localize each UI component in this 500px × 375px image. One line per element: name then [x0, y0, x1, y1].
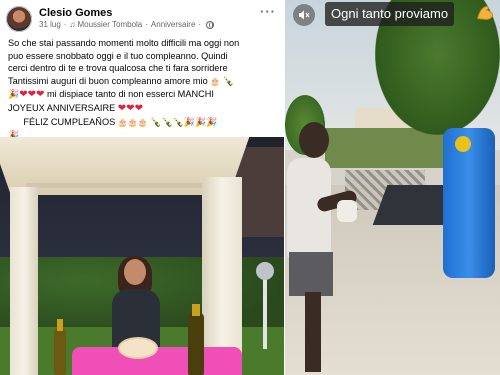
separator: · [145, 20, 148, 29]
post-meta: 31 lug · ♫ Moussier Tombola · Anniversai… [39, 20, 215, 29]
bottle-emoji-icon: 🍾 [222, 75, 234, 86]
post-text: So che stai passando momenti molto diffi… [8, 37, 280, 142]
video-caption: Ogni tanto proviamo [325, 2, 455, 26]
photo-curtain-left [10, 187, 38, 375]
photo-lamp-pole [263, 277, 267, 349]
post-line-text: FÉLIZ CUMPLEAÑOS [23, 116, 116, 127]
heart-icon: ❤ [27, 89, 36, 101]
post-line-text: JOYEUX ANNIVERSAIRE [8, 102, 116, 113]
post-date[interactable]: 31 lug [39, 20, 61, 29]
video-frame[interactable]: Ogni tanto proviamo [285, 0, 500, 375]
post-header: Clesio Gomes 31 lug · ♫ Moussier Tombola… [6, 5, 278, 32]
audio-title[interactable]: Moussier Tombola [77, 20, 142, 29]
cake-emoji-icon: 🎂🎂🎂 [117, 117, 148, 127]
more-options-icon[interactable]: ··· [260, 5, 276, 18]
party-popper-icon: 🎉 [8, 89, 20, 100]
post-line-text: Tantissimi auguri di buon compleanno amo… [8, 75, 208, 86]
post-line: JOYEUX ANNIVERSAIRE ❤❤❤ [8, 102, 280, 116]
post-line: FÉLIZ CUMPLEAÑOS 🎂🎂🎂 🍾🍾🍾🎉🎉🎉 [8, 116, 280, 130]
photo-bottle-left [54, 319, 66, 375]
photo-lamp [256, 262, 274, 280]
bottle-emoji-icon: 🍾🍾🍾 [150, 116, 184, 127]
heart-icon: ❤ [36, 89, 45, 101]
avatar[interactable] [6, 6, 32, 32]
cake-emoji-icon: 🎂 [210, 76, 221, 86]
speaker-muted-icon [299, 10, 310, 20]
author-name[interactable]: Clesio Gomes [39, 7, 112, 19]
video-man [287, 122, 359, 375]
flexed-biceps-icon [473, 1, 497, 25]
post-line: Tantissimi auguri di buon compleanno amo… [8, 75, 280, 89]
photo-bottle-right [188, 304, 204, 375]
globe-icon [206, 20, 215, 29]
post-line: So che stai passando momenti molto diffi… [8, 38, 240, 48]
photo-curtain-right [202, 177, 242, 375]
post-line-text: mi dispiace tanto di non esserci MANCHI [46, 89, 214, 100]
heart-icon: ❤ [126, 102, 135, 114]
heart-icon: ❤ [19, 89, 28, 101]
heart-icon: ❤ [117, 102, 127, 114]
photo-gazebo-beam [26, 183, 216, 188]
post-photo[interactable] [0, 137, 284, 375]
facebook-post: Clesio Gomes 31 lug · ♫ Moussier Tombola… [0, 0, 284, 375]
heart-icon: ❤ [134, 102, 143, 114]
party-popper-icon: 🎉🎉🎉 [183, 116, 218, 127]
separator: · [198, 20, 202, 29]
audio-suffix[interactable]: Anniversaire [151, 20, 195, 29]
mute-button[interactable] [293, 4, 315, 26]
post-line: cerci dentro di te e trova qualcosa che … [8, 63, 228, 74]
video-blue-barrel [443, 128, 495, 278]
separator: · [63, 20, 67, 29]
photo-cake [118, 337, 158, 359]
post-line: puo essere snobbato oggi e il tuo comple… [8, 50, 228, 61]
post-line: 🎉❤❤❤ mi dispiace tanto di non esserci MA… [8, 88, 280, 102]
music-note-icon: ♫ [69, 20, 76, 29]
